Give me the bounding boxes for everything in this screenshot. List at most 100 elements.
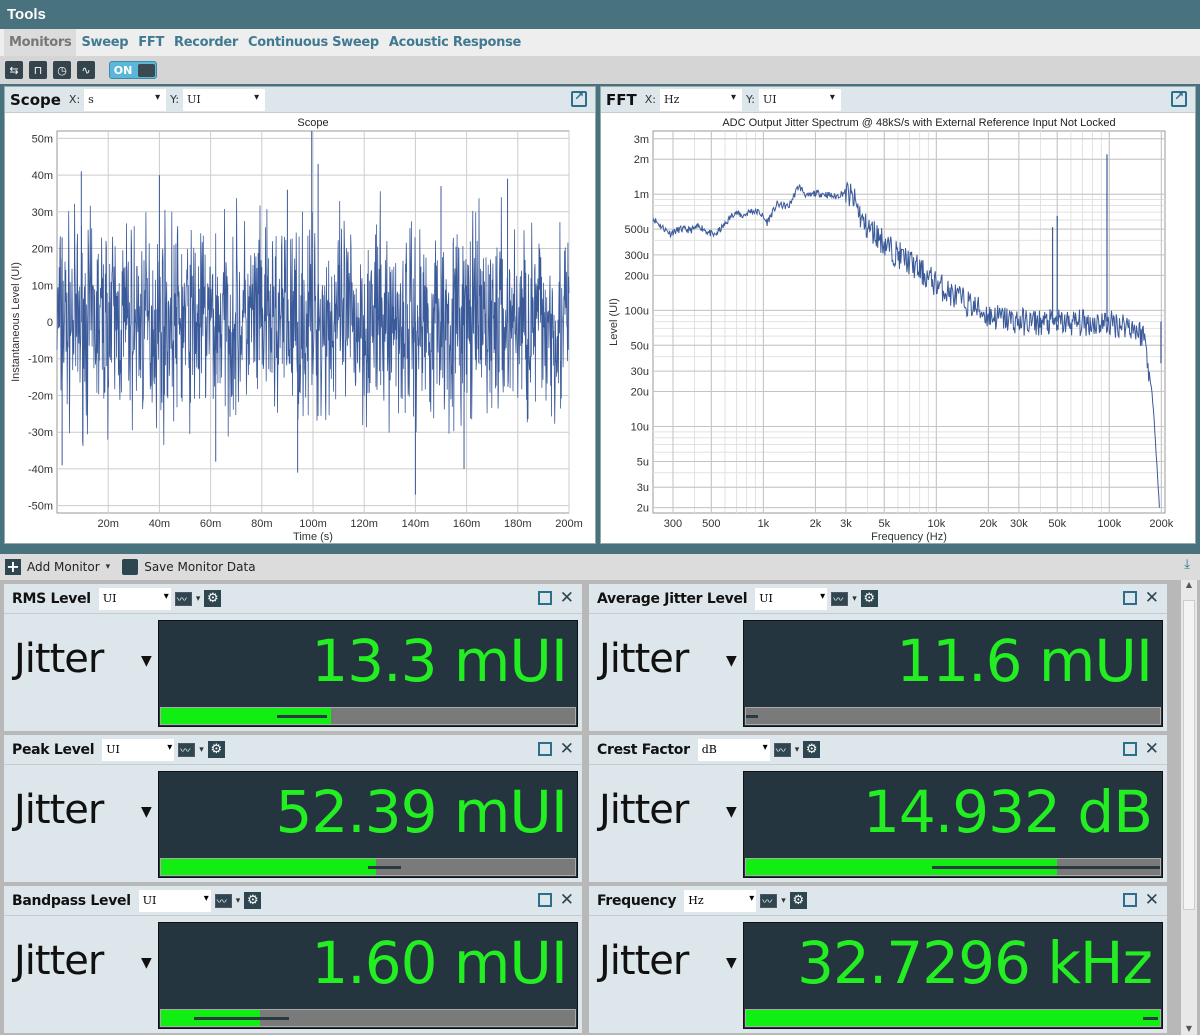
scope-y-unit-select[interactable]: UI — [183, 88, 266, 111]
popout-icon[interactable] — [1171, 89, 1187, 107]
plus-icon[interactable]: + — [5, 559, 21, 575]
caret-down-icon[interactable]: ▼ — [141, 955, 152, 971]
fft-y-label: Y: — [745, 93, 755, 106]
x-tick-label: 200m — [555, 518, 583, 530]
close-icon[interactable]: ✕ — [1145, 739, 1159, 759]
y-tick-label: -40m — [28, 464, 53, 476]
save-data-icon[interactable] — [122, 559, 139, 575]
monitor-unit-select[interactable]: UI — [755, 587, 828, 610]
chevron-down-icon[interactable]: ▾ — [106, 562, 111, 572]
graph-icon[interactable] — [214, 893, 232, 908]
collapse-icon[interactable]: ⤓ — [1184, 557, 1190, 572]
fft-chart: ADC Output Jitter Spectrum @ 48kS/s with… — [608, 117, 1174, 543]
popout-icon[interactable] — [538, 742, 552, 756]
popout-icon[interactable] — [1123, 742, 1137, 756]
graph-icon[interactable] — [831, 591, 849, 606]
monitor-unit-select[interactable]: dB — [697, 738, 770, 761]
popout-icon[interactable] — [571, 89, 587, 107]
popout-icon[interactable] — [1123, 591, 1137, 605]
x-tick-label: 60m — [200, 518, 221, 530]
graph-icon[interactable] — [760, 893, 778, 908]
clock-icon[interactable]: ◷ — [53, 61, 71, 79]
caret-down-icon[interactable]: ▼ — [141, 653, 152, 669]
y-tick-label: 200u — [625, 270, 649, 282]
x-tick-label: 140m — [402, 518, 430, 530]
x-axis-label: Frequency (Hz) — [871, 531, 947, 543]
chevron-down-icon[interactable]: ▾ — [196, 594, 201, 604]
tab-monitors[interactable]: Monitors — [4, 29, 77, 56]
popout-icon[interactable] — [538, 893, 552, 907]
gear-icon[interactable]: ⚙ — [244, 892, 262, 909]
signal-select-label[interactable]: Jitter — [599, 787, 689, 833]
tab-fft[interactable]: FFT — [133, 29, 169, 56]
gear-icon[interactable]: ⚙ — [204, 590, 222, 607]
x-tick-label: 10k — [927, 518, 945, 530]
tab-acoustic-response[interactable]: Acoustic Response — [384, 29, 526, 56]
x-tick-label: 200k — [1149, 518, 1173, 530]
popout-icon[interactable] — [538, 591, 552, 605]
monitor-name: RMS Level — [12, 590, 91, 607]
tab-continuous-sweep[interactable]: Continuous Sweep — [243, 29, 384, 56]
chevron-down-icon[interactable]: ▾ — [199, 745, 204, 755]
fft-y-unit-select[interactable]: UI — [758, 88, 841, 111]
close-icon[interactable]: ✕ — [560, 588, 574, 608]
monitor-unit-select[interactable]: UI — [102, 738, 175, 761]
signal-select-label[interactable]: Jitter — [14, 636, 104, 682]
pulse-wave-icon[interactable]: ⊓ — [29, 61, 47, 79]
chevron-down-icon[interactable]: ▾ — [236, 896, 241, 906]
x-tick-label: 100k — [1097, 518, 1121, 530]
close-icon[interactable]: ✕ — [1145, 890, 1159, 910]
monitor-card: Crest Factor dB ▾ ⚙ ✕ Jitter ▼ 14.932 dB — [589, 735, 1167, 882]
monitors-area: ▲ ▼ RMS Level UI ▾ ⚙ ✕ Jitter ▼ 13.3 mUI — [0, 580, 1200, 1035]
y-tick-label: 30u — [631, 366, 649, 378]
meter-display: 11.6 mUI — [743, 620, 1163, 727]
chevron-down-icon[interactable]: ▾ — [795, 745, 800, 755]
save-monitor-data-button[interactable]: Save Monitor Data — [144, 560, 255, 574]
gear-icon[interactable]: ⚙ — [207, 741, 225, 758]
signal-select-label[interactable]: Jitter — [14, 787, 104, 833]
x-tick-label: 500 — [702, 518, 720, 530]
on-off-toggle[interactable]: ON — [109, 61, 157, 79]
monitor-header: Bandpass Level UI ▾ ⚙ ✕ — [4, 886, 582, 916]
vertical-scrollbar[interactable]: ▲ ▼ — [1181, 580, 1197, 1035]
tab-sweep[interactable]: Sweep — [76, 29, 133, 56]
caret-down-icon[interactable]: ▼ — [726, 804, 737, 820]
fft-x-unit-select[interactable]: Hz — [659, 88, 742, 111]
monitor-unit-select[interactable]: UI — [138, 889, 211, 912]
signal-select-label[interactable]: Jitter — [14, 938, 104, 984]
caret-down-icon[interactable]: ▼ — [726, 653, 737, 669]
gear-icon[interactable]: ⚙ — [860, 590, 878, 607]
close-icon[interactable]: ✕ — [560, 739, 574, 759]
x-tick-label: 120m — [350, 518, 378, 530]
x-axis-label: Time (s) — [293, 531, 333, 543]
signal-select-label[interactable]: Jitter — [599, 938, 689, 984]
scope-x-unit-select[interactable]: s — [84, 88, 167, 111]
close-icon[interactable]: ✕ — [1145, 588, 1159, 608]
panel-splitter[interactable] — [0, 546, 1200, 554]
level-bar — [160, 707, 576, 725]
y-tick-label: 3m — [634, 134, 649, 146]
graph-icon[interactable] — [773, 742, 791, 757]
tab-recorder[interactable]: Recorder — [169, 29, 243, 56]
graph-icon[interactable] — [178, 742, 196, 757]
monitor-unit-select[interactable]: Hz — [684, 889, 757, 912]
swap-arrows-icon[interactable]: ⇆ — [5, 61, 23, 79]
caret-down-icon[interactable]: ▼ — [141, 804, 152, 820]
chevron-down-icon[interactable]: ▾ — [781, 896, 786, 906]
graph-icon[interactable] — [174, 591, 192, 606]
x-tick-label: 100m — [299, 518, 327, 530]
chevron-down-icon[interactable]: ▾ — [852, 594, 857, 604]
scroll-down-icon[interactable]: ▼ — [1181, 1024, 1197, 1033]
gear-icon[interactable]: ⚙ — [789, 892, 807, 909]
gear-icon[interactable]: ⚙ — [803, 741, 821, 758]
popout-icon[interactable] — [1123, 893, 1137, 907]
scrollbar-thumb[interactable] — [1183, 600, 1195, 910]
signal-select-label[interactable]: Jitter — [599, 636, 689, 682]
meter-value: 1.60 mUI — [311, 929, 568, 997]
caret-down-icon[interactable]: ▼ — [726, 955, 737, 971]
scroll-up-icon[interactable]: ▲ — [1181, 580, 1197, 589]
add-waveform-icon[interactable]: ∿ — [77, 61, 95, 79]
close-icon[interactable]: ✕ — [560, 890, 574, 910]
add-monitor-button[interactable]: Add Monitor — [27, 560, 100, 574]
monitor-unit-select[interactable]: UI — [98, 587, 171, 610]
